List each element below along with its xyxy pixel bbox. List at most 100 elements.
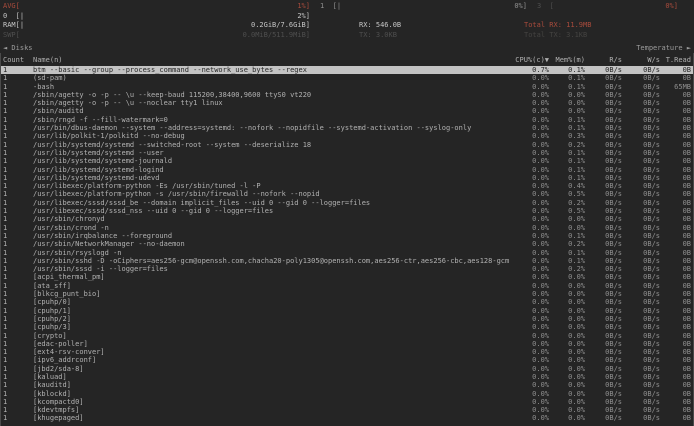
process-row[interactable]: 1[ata_sff]0.0%0.0%0B/s0B/s0B: [1, 282, 693, 290]
process-row[interactable]: 1/usr/lib/systemd/systemd --user0.0%0.1%…: [1, 149, 693, 157]
cell-wps: 0B/s: [622, 356, 660, 364]
process-row[interactable]: 1[blkcg_punt_bio]0.0%0.0%0B/s0B/s0B: [1, 290, 693, 298]
process-row[interactable]: 1[crypto]0.0%0.0%0B/s0B/s0B: [1, 332, 693, 340]
cell-name: [acpi_thermal_pm]: [33, 273, 509, 281]
cell-cpu: 0.0%: [509, 83, 549, 91]
cell-wps: 0B/s: [622, 265, 660, 273]
cell-rps: 0B/s: [585, 249, 622, 257]
cell-name: [jbd2/sda-8]: [33, 365, 509, 373]
cell-mem: 0.2%: [549, 240, 585, 248]
cell-rps: 0B/s: [585, 157, 622, 165]
cell-mem: 0.0%: [549, 390, 585, 398]
cell-mem: 0.0%: [549, 282, 585, 290]
cell-wps: 0B/s: [622, 398, 660, 406]
cell-cpu: 0.0%: [509, 348, 549, 356]
process-row[interactable]: 1/usr/bin/dbus-daemon --system --address…: [1, 124, 693, 132]
cell-rps: 0B/s: [585, 356, 622, 364]
cell-name: [blkcg_punt_bio]: [33, 290, 509, 298]
process-row[interactable]: 1[ext4-rsv-conver]0.0%0.0%0B/s0B/s0B: [1, 348, 693, 356]
process-row[interactable]: 1/sbin/agetty -o -p -- \u --noclear tty1…: [1, 99, 693, 107]
process-row[interactable]: 1[edac-poller]0.0%0.0%0B/s0B/s0B: [1, 340, 693, 348]
process-row[interactable]: 1/usr/sbin/chronyd0.0%0.0%0B/s0B/s0B: [1, 215, 693, 223]
cell-wps: 0B/s: [622, 107, 660, 115]
cell-mem: 0.2%: [549, 265, 585, 273]
process-row[interactable]: 1/usr/libexec/sssd/sssd_be --domain impl…: [1, 199, 693, 207]
cell-tread: 0B: [660, 224, 693, 232]
process-row[interactable]: 1(sd-pam)0.0%0.1%0B/s0B/s0B: [1, 74, 693, 82]
nav-temperature-button[interactable]: Temperature ►: [636, 44, 691, 53]
process-row-selected[interactable]: 1btm --basic --group --process_command -…: [1, 66, 693, 74]
process-row[interactable]: 1/usr/libexec/sssd/sssd_nss --uid 0 --gi…: [1, 207, 693, 215]
process-row[interactable]: 1/sbin/agetty -o -p -- \u --keep-baud 11…: [1, 91, 693, 99]
process-row[interactable]: 1/sbin/auditd0.0%0.0%0B/s0B/s0B: [1, 107, 693, 115]
process-row[interactable]: 1[acpi_thermal_pm]0.0%0.0%0B/s0B/s0B: [1, 273, 693, 281]
process-row[interactable]: 1-bash0.0%0.1%0B/s0B/s65MB: [1, 83, 693, 91]
cell-name: /sbin/agetty -o -p -- \u --noclear tty1 …: [33, 99, 509, 107]
nav-disks-button[interactable]: ◄ Disks: [3, 44, 33, 53]
cell-name: [kdevtmpfs]: [33, 406, 509, 414]
column-header-name[interactable]: Name(n): [33, 55, 509, 65]
cell-name: [kaluad]: [33, 373, 509, 381]
cell-mem: 0.0%: [549, 290, 585, 298]
cell-mem: 0.2%: [549, 141, 585, 149]
cell-cpu: 0.0%: [509, 290, 549, 298]
cell-tread: 65MB: [660, 83, 693, 91]
cell-cpu: 0.0%: [509, 174, 549, 182]
column-header-mem[interactable]: Mem%(m): [549, 55, 585, 65]
cell-rps: 0B/s: [585, 381, 622, 389]
cell-cpu: 0.0%: [509, 232, 549, 240]
process-row[interactable]: 1[cpuhp/3]0.0%0.0%0B/s0B/s0B: [1, 323, 693, 331]
process-row[interactable]: 1[kblockd]0.0%0.0%0B/s0B/s0B: [1, 390, 693, 398]
ram-usage-value: 0.2GiB/7.6GiB]: [251, 21, 310, 30]
column-header-read-per-sec[interactable]: R/s: [585, 55, 622, 65]
process-row[interactable]: 1[kdevtmpfs]0.0%0.0%0B/s0B/s0B: [1, 406, 693, 414]
process-row[interactable]: 1/usr/lib/polkit-1/polkitd --no-debug0.0…: [1, 132, 693, 140]
process-row[interactable]: 1/usr/sbin/sssd -i --logger=files0.0%0.2…: [1, 265, 693, 273]
process-row[interactable]: 1/usr/sbin/sshd -D -oCiphers=aes256-gcm@…: [1, 257, 693, 265]
process-row[interactable]: 1/usr/lib/systemd/systemd --switched-roo…: [1, 141, 693, 149]
process-row[interactable]: 1/usr/sbin/irqbalance --foreground0.0%0.…: [1, 232, 693, 240]
column-header-write-per-sec[interactable]: W/s: [622, 55, 660, 65]
process-row[interactable]: 1[kaluad]0.0%0.0%0B/s0B/s0B: [1, 373, 693, 381]
process-row[interactable]: 1/usr/lib/systemd/systemd-logind0.0%0.1%…: [1, 166, 693, 174]
process-row[interactable]: 1[cpuhp/1]0.0%0.0%0B/s0B/s0B: [1, 307, 693, 315]
cell-wps: 0B/s: [622, 182, 660, 190]
process-row[interactable]: 1/usr/libexec/platform-python -Es /usr/s…: [1, 182, 693, 190]
cell-tread: 0B: [660, 406, 693, 414]
cell-rps: 0B/s: [585, 323, 622, 331]
cell-count: 1: [1, 340, 33, 348]
cell-wps: 0B/s: [622, 290, 660, 298]
process-row[interactable]: 1/usr/sbin/rsyslogd -n0.0%0.1%0B/s0B/s0B: [1, 249, 693, 257]
cell-tread: 0B: [660, 66, 693, 74]
cell-rps: 0B/s: [585, 406, 622, 414]
process-row[interactable]: 1[ipv6_addrconf]0.0%0.0%0B/s0B/s0B: [1, 356, 693, 364]
cell-tread: 0B: [660, 390, 693, 398]
cell-rps: 0B/s: [585, 141, 622, 149]
cell-rps: 0B/s: [585, 66, 622, 74]
cell-name: (sd-pam): [33, 74, 509, 82]
cell-wps: 0B/s: [622, 224, 660, 232]
cell-mem: 0.0%: [549, 91, 585, 99]
process-row[interactable]: 1[kauditd]0.0%0.0%0B/s0B/s0B: [1, 381, 693, 389]
process-row[interactable]: 1/usr/sbin/NetworkManager --no-daemon0.0…: [1, 240, 693, 248]
process-row[interactable]: 1[khugepaged]0.0%0.0%0B/s0B/s0B: [1, 414, 693, 422]
process-row[interactable]: 1[kcompactd0]0.0%0.0%0B/s0B/s0B: [1, 398, 693, 406]
column-header-cpu-sorted[interactable]: CPU%(c)▼: [509, 55, 549, 65]
cell-tread: 0B: [660, 157, 693, 165]
column-header-count[interactable]: Count: [1, 55, 33, 65]
cell-mem: 0.0%: [549, 381, 585, 389]
process-row[interactable]: 1[cpuhp/2]0.0%0.0%0B/s0B/s0B: [1, 315, 693, 323]
process-row[interactable]: 1/usr/sbin/crond -n0.0%0.0%0B/s0B/s0B: [1, 224, 693, 232]
process-row[interactable]: 1/usr/lib/systemd/systemd-udevd0.0%0.1%0…: [1, 174, 693, 182]
process-row[interactable]: 1/sbin/rngd -f --fill-watermark=00.0%0.1…: [1, 116, 693, 124]
process-row[interactable]: 1[cpuhp/0]0.0%0.0%0B/s0B/s0B: [1, 298, 693, 306]
cell-cpu: 0.0%: [509, 166, 549, 174]
cell-rps: 0B/s: [585, 166, 622, 174]
column-header-total-read[interactable]: T.Read: [660, 55, 693, 65]
process-row[interactable]: 1/usr/lib/systemd/systemd-journald0.0%0.…: [1, 157, 693, 165]
process-row[interactable]: 1[jbd2/sda-8]0.0%0.0%0B/s0B/s0B: [1, 365, 693, 373]
network-tx-value: TX: 3.0KB: [359, 31, 397, 40]
cell-count: 1: [1, 99, 33, 107]
process-row[interactable]: 1/usr/libexec/platform-python -s /usr/sb…: [1, 190, 693, 198]
cell-cpu: 0.0%: [509, 149, 549, 157]
